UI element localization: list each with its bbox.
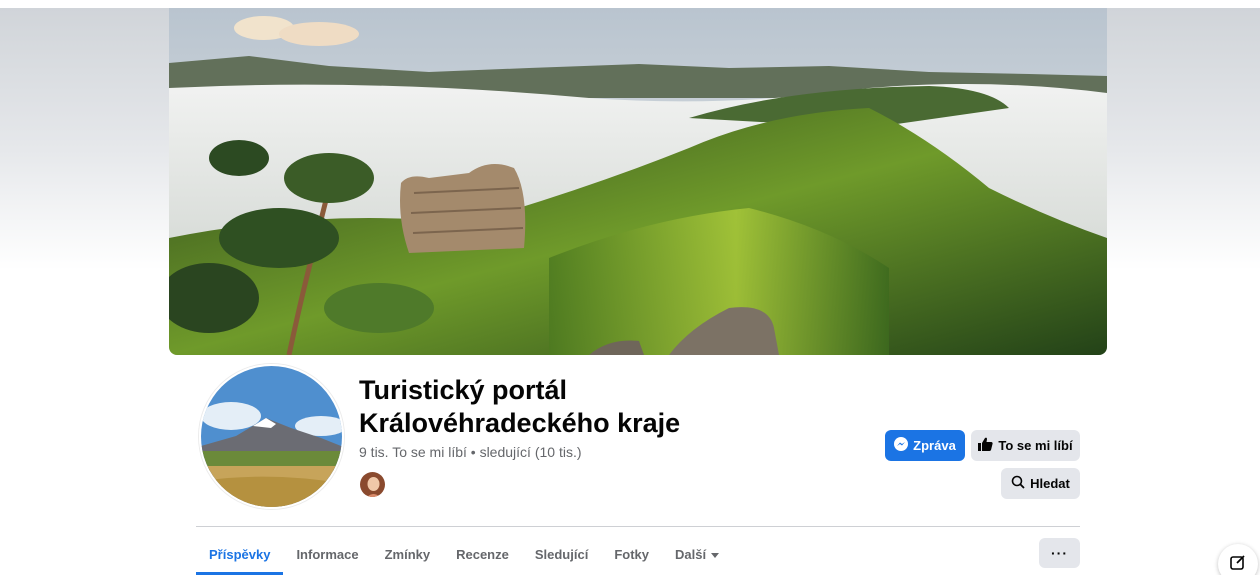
tab-label: Recenze	[456, 546, 509, 562]
cover-photo[interactable]	[169, 8, 1107, 355]
tab-more[interactable]: Další	[662, 534, 732, 574]
tab-photos[interactable]: Fotky	[601, 534, 662, 574]
tab-reviews[interactable]: Recenze	[443, 534, 522, 574]
tab-posts[interactable]: Příspěvky	[196, 534, 284, 575]
compose-button[interactable]	[1218, 544, 1258, 575]
page-stats[interactable]: 9 tis. To se mi líbí • sledující (10 tis…	[359, 444, 582, 460]
more-options-label: ···	[1051, 545, 1068, 561]
page-title-line2: Královéhradeckého kraje	[359, 408, 681, 438]
like-button[interactable]: To se mi líbí	[971, 430, 1080, 461]
tab-label: Další	[674, 546, 707, 562]
page-title-line1: Turistický portál	[359, 375, 568, 405]
compose-icon	[1230, 554, 1246, 575]
tab-label: Příspěvky	[209, 546, 271, 562]
profile-avatar[interactable]	[199, 364, 344, 509]
caret-down-icon	[711, 547, 720, 562]
messenger-icon	[894, 437, 909, 454]
message-button[interactable]: Zpráva	[885, 430, 965, 461]
thumbs-up-icon	[978, 437, 994, 454]
tab-label: Informace	[296, 546, 359, 562]
page-title: Turistický portál Královéhradeckého kraj…	[359, 374, 779, 440]
more-options-button[interactable]: ···	[1039, 538, 1080, 568]
like-button-label: To se mi líbí	[998, 438, 1073, 453]
page-tabs: Příspěvky Informace Zmínky Recenze Sledu…	[196, 534, 732, 575]
message-button-label: Zpráva	[913, 438, 956, 453]
friend-avatar[interactable]	[359, 471, 386, 498]
header-divider	[196, 526, 1080, 527]
tab-mentions[interactable]: Zmínky	[372, 534, 444, 574]
tab-label: Sledující	[534, 546, 589, 562]
tab-about[interactable]: Informace	[283, 534, 371, 574]
search-button-label: Hledat	[1030, 476, 1070, 491]
top-strip	[0, 0, 1260, 8]
tab-label: Zmínky	[384, 546, 431, 562]
tab-label: Fotky	[614, 546, 649, 562]
search-icon	[1011, 475, 1025, 492]
tab-followers[interactable]: Sledující	[522, 534, 601, 574]
search-button[interactable]: Hledat	[1001, 468, 1080, 499]
